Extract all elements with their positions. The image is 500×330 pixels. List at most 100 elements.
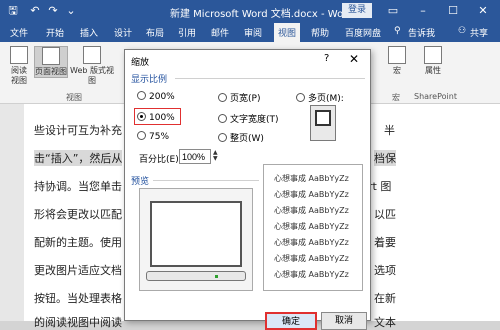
tell-me-search[interactable]: 告诉我 — [408, 26, 435, 39]
redo-icon[interactable]: ↷ — [46, 4, 60, 18]
doc-line-end: 以匹 — [374, 208, 396, 221]
ok-button[interactable]: 确定 — [265, 312, 317, 330]
doc-line-end: 着要 — [374, 236, 396, 249]
dialog-close-button[interactable]: ✕ — [349, 52, 359, 66]
maximize-icon[interactable]: ☐ — [442, 2, 464, 20]
minimize-icon[interactable]: – — [412, 2, 434, 20]
option-label: 整页(W) — [230, 134, 264, 144]
login-button[interactable]: 登录 — [342, 3, 372, 18]
sample-line: 心想事成 AaBbYyZz — [274, 190, 349, 199]
tab-file[interactable]: 文件 — [10, 26, 28, 39]
properties-icon — [424, 46, 442, 64]
sample-text-pane: 心想事成 AaBbYyZz 心想事成 AaBbYyZz 心想事成 AaBbYyZ… — [263, 164, 363, 291]
doc-line-end: 文本 — [374, 316, 396, 329]
sample-line: 心想事成 AaBbYyZz — [274, 254, 349, 263]
tab-insert[interactable]: 插入 — [80, 26, 98, 39]
macro-icon — [388, 46, 406, 64]
properties-label: 属性 — [425, 66, 441, 75]
web-view-button[interactable]: Web 版式视图 — [70, 46, 114, 86]
radio-icon — [296, 93, 305, 102]
person-icon: ⚇ — [458, 26, 467, 36]
window-title: 新建 Microsoft Word 文档.docx - Word — [170, 9, 354, 20]
share-button[interactable]: 共享 — [470, 26, 488, 39]
web-view-label: Web 版式视图 — [70, 66, 114, 85]
divider — [175, 78, 365, 79]
sharepoint-group-label: SharePoint — [414, 92, 457, 101]
properties-button[interactable]: 属性 — [418, 46, 448, 76]
tab-help[interactable]: 帮助 — [311, 26, 329, 39]
page-icon — [42, 47, 60, 65]
doc-line: 些设计可互为补充 — [34, 124, 122, 137]
option-label: 多页(M): — [308, 94, 344, 104]
percent-spinner[interactable]: ▲ ▼ — [213, 150, 222, 163]
page-view-button[interactable]: 页面视图 — [34, 46, 68, 78]
zoom-section-label: 显示比例 — [131, 75, 168, 85]
close-window-icon[interactable]: ✕ — [472, 2, 494, 20]
title-bar: 🖫 ↶ ↷ ⌄ 新建 Microsoft Word 文档.docx - Word… — [0, 0, 500, 22]
customize-toolbar-icon[interactable]: ⌄ — [64, 4, 78, 18]
ribbon-options-icon[interactable]: ▭ — [382, 2, 404, 20]
radio-icon — [137, 131, 146, 140]
lightbulb-icon: ⚲ — [394, 26, 401, 36]
doc-line-end: 在新 — [374, 292, 396, 305]
sample-line: 心想事成 AaBbYyZz — [274, 174, 349, 183]
monitor-preview — [150, 201, 242, 267]
cancel-button[interactable]: 取消 — [321, 312, 367, 330]
tab-view[interactable]: 视图 — [274, 23, 301, 42]
multi-page-option[interactable]: 多页(M): — [296, 91, 344, 104]
radio-icon — [218, 93, 227, 102]
dialog-title: 缩放 — [131, 58, 150, 68]
divider — [153, 180, 259, 181]
page-view-label: 页面视图 — [35, 67, 67, 76]
sample-line: 心想事成 AaBbYyZz — [274, 270, 349, 279]
page-width-option[interactable]: 页宽(P) — [218, 91, 260, 104]
tab-references[interactable]: 引用 — [178, 26, 196, 39]
doc-line-end: 选项 — [374, 264, 396, 277]
zoom-dialog: 缩放 ? ✕ 显示比例 200% 100% 75% 页宽(P) 文字宽度(T) … — [124, 49, 371, 330]
read-view-button[interactable]: 阅读 视图 — [4, 46, 34, 86]
doc-line-end: rt 图 — [368, 180, 392, 193]
zoom-200-option[interactable]: 200% — [137, 91, 175, 102]
tab-baidu-netdisk[interactable]: 百度网盘 — [345, 26, 381, 39]
radio-icon — [218, 114, 227, 123]
doc-line: 更改图片适应文档 — [34, 264, 122, 277]
tab-home[interactable]: 开始 — [46, 26, 64, 39]
tab-review[interactable]: 审阅 — [244, 26, 262, 39]
option-label: 75% — [149, 132, 170, 142]
doc-line: 形将会更改以匹配 — [34, 208, 122, 221]
tab-layout[interactable]: 布局 — [146, 26, 164, 39]
preview-section-label: 预览 — [131, 177, 150, 187]
doc-line: 的阅读视图中阅读 — [34, 316, 122, 329]
option-label: 页宽(P) — [230, 94, 261, 104]
doc-line: 击“插入”，然后从 — [34, 150, 123, 166]
multi-page-picker-icon[interactable] — [310, 105, 336, 141]
help-button[interactable]: ? — [324, 53, 329, 64]
tab-design[interactable]: 设计 — [114, 26, 132, 39]
zoom-75-option[interactable]: 75% — [137, 131, 169, 142]
percent-input[interactable] — [179, 149, 211, 164]
macros-group-label: 宏 — [392, 93, 400, 102]
monitor-icon — [315, 110, 331, 126]
whole-page-option[interactable]: 整页(W) — [218, 131, 264, 144]
text-width-option[interactable]: 文字宽度(T) — [218, 112, 279, 125]
views-group-label: 视图 — [66, 93, 82, 102]
doc-line-end: 档保 — [374, 150, 396, 166]
doc-line: 按钮。当处理表格 — [34, 292, 122, 305]
preview-pane — [139, 188, 253, 291]
sample-line: 心想事成 AaBbYyZz — [274, 206, 349, 215]
macros-button[interactable]: 宏 — [382, 46, 412, 76]
radio-icon — [137, 91, 146, 100]
doc-line-end: 半 — [384, 124, 395, 137]
percent-label: 百分比(E): — [139, 155, 182, 165]
tab-mailings[interactable]: 邮件 — [211, 26, 229, 39]
macro-label: 宏 — [393, 66, 401, 75]
book-icon — [10, 46, 28, 64]
globe-icon — [83, 46, 101, 64]
undo-icon[interactable]: ↶ — [28, 4, 42, 18]
doc-line: 配新的主题。使用 — [34, 236, 122, 249]
monitor-base — [146, 271, 246, 281]
doc-line: 持协调。当您单击 — [34, 180, 122, 193]
read-view-label: 阅读 视图 — [11, 66, 27, 85]
highlight-box — [134, 108, 181, 125]
save-icon[interactable]: 🖫 — [6, 4, 20, 18]
